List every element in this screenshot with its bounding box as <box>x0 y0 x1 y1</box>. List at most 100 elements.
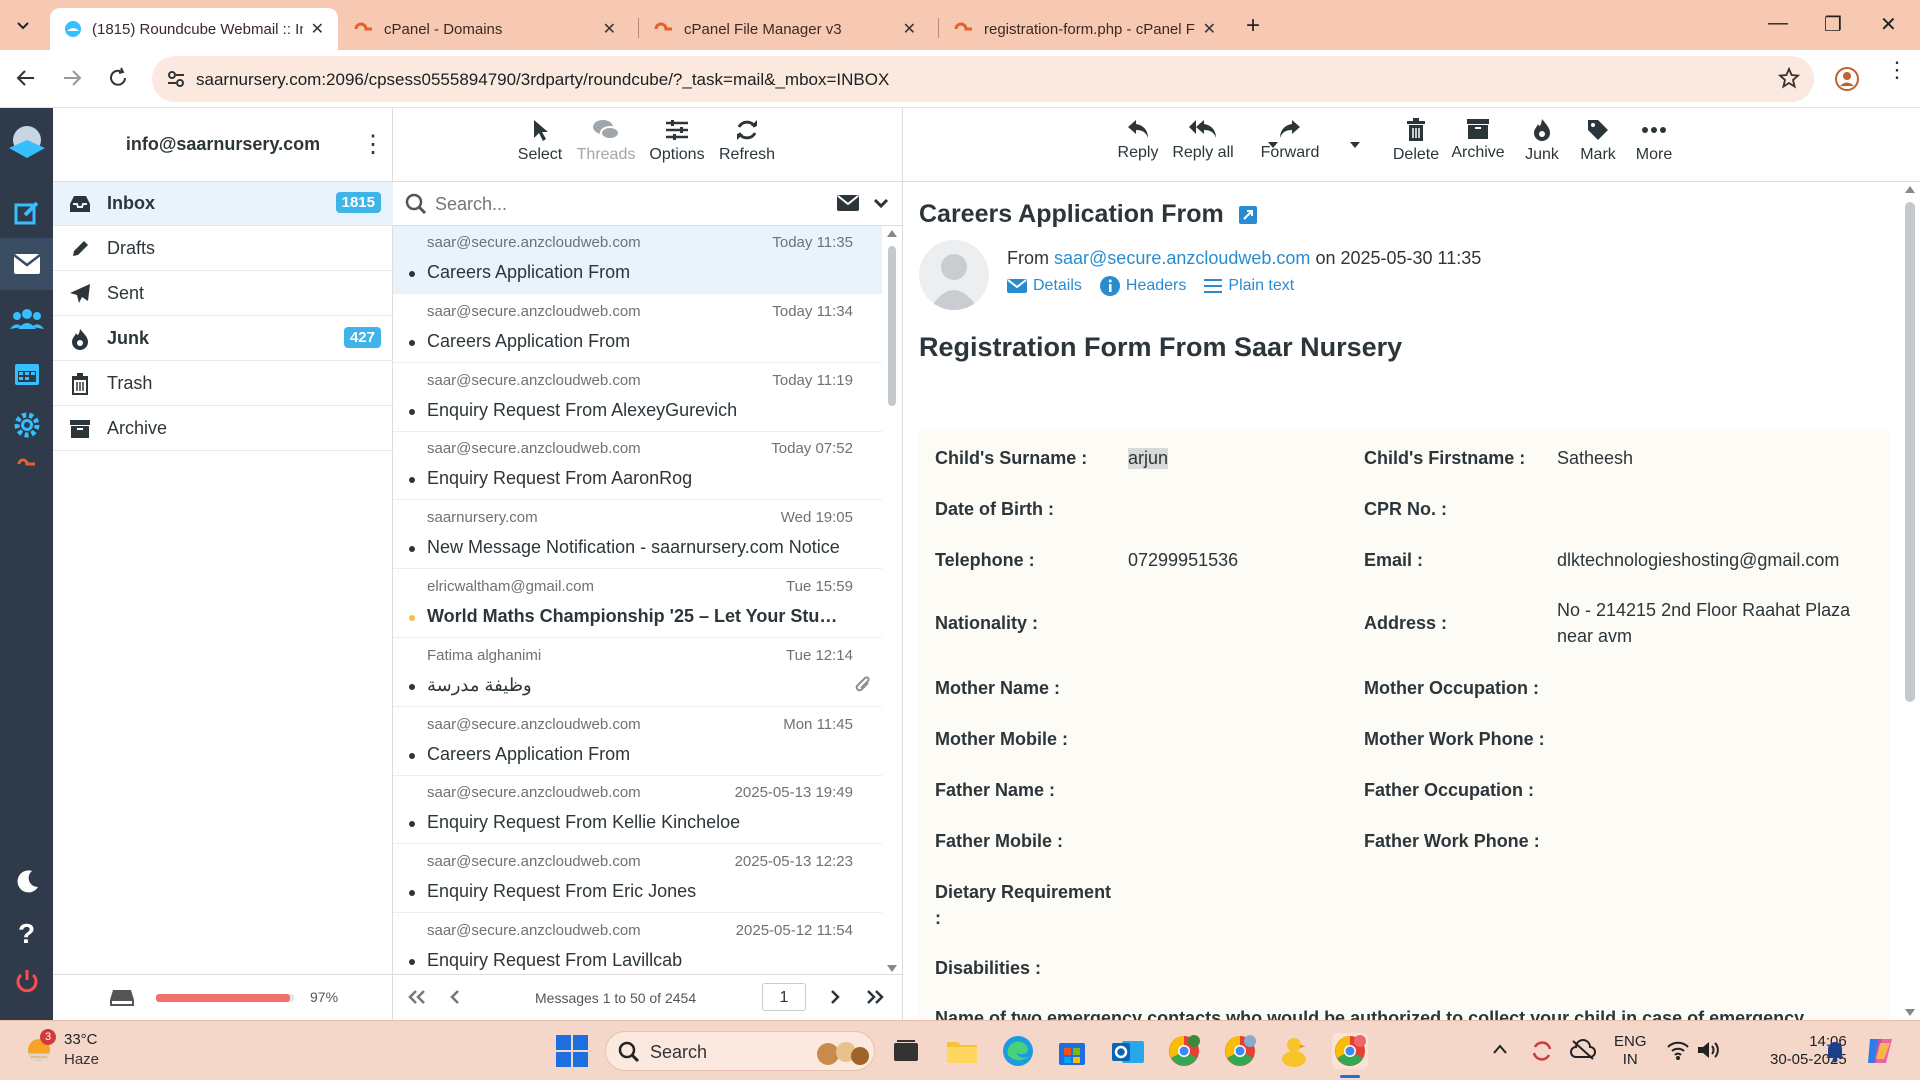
contacts-icon[interactable] <box>0 294 53 344</box>
reload-icon[interactable] <box>106 66 130 90</box>
envelope-filter-icon[interactable] <box>837 195 859 211</box>
tab-close-icon[interactable]: ✕ <box>903 19 916 39</box>
weather-widget[interactable]: 3 33°C Haze <box>24 1029 124 1073</box>
scroll-up-arrow-icon[interactable] <box>1905 186 1915 193</box>
restore-icon[interactable]: ❐ <box>1824 12 1842 37</box>
page-number-input[interactable]: 1 <box>762 983 806 1011</box>
message-list-scrollbar[interactable] <box>882 226 902 976</box>
forward-button[interactable]: Forward <box>1255 118 1325 162</box>
plain-text-link[interactable]: Plain text <box>1204 276 1294 296</box>
sender-email-link[interactable]: saar@secure.anzcloudweb.com <box>1054 248 1310 268</box>
file-explorer-icon[interactable] <box>944 1033 980 1069</box>
reply-all-button[interactable]: Reply all <box>1168 118 1238 162</box>
back-icon[interactable] <box>14 66 38 90</box>
cpanel-icon[interactable] <box>0 458 53 470</box>
refresh-button[interactable]: Refresh <box>712 118 782 164</box>
scroll-up-arrow-icon[interactable] <box>887 230 897 237</box>
language-indicator[interactable]: ENG IN <box>1614 1033 1647 1069</box>
prev-page-icon[interactable] <box>449 989 461 1005</box>
message-row[interactable]: saar@secure.anzcloudweb.com 2025-05-12 11… <box>393 914 883 976</box>
settings-gear-icon[interactable] <box>0 400 53 450</box>
more-button[interactable]: More <box>1619 118 1689 164</box>
open-in-new-window-icon[interactable] <box>1238 206 1257 225</box>
tab-close-icon[interactable]: ✕ <box>1203 19 1216 39</box>
folder-drafts[interactable]: Drafts <box>53 227 393 271</box>
message-row[interactable]: saar@secure.anzcloudweb.com 2025-05-13 19… <box>393 776 883 845</box>
forward-dropdown-icon[interactable] <box>1350 142 1360 148</box>
scroll-thumb[interactable] <box>1905 202 1915 702</box>
microsoft-store-icon[interactable] <box>1054 1033 1090 1069</box>
tab-cpanel-file-manager[interactable]: cPanel File Manager v3 ✕ <box>640 8 930 50</box>
scroll-thumb[interactable] <box>888 246 896 406</box>
message-row[interactable]: saar@secure.anzcloudweb.com Today 11:35 Ca… <box>393 226 883 294</box>
message-row[interactable]: elricwaltham@gmail.com Tue 15:59 World Mat… <box>393 570 883 638</box>
message-row[interactable]: saar@secure.anzcloudweb.com Today 11:34 Ca… <box>393 295 883 363</box>
threads-button[interactable]: Threads <box>571 118 641 164</box>
folder-trash[interactable]: Trash <box>53 362 393 406</box>
minimize-icon[interactable]: — <box>1768 12 1788 35</box>
roundcube-logo-icon[interactable] <box>0 122 53 162</box>
profile-icon[interactable] <box>1834 66 1860 92</box>
scroll-down-arrow-icon[interactable] <box>887 965 897 972</box>
outlook-icon[interactable] <box>1110 1033 1146 1069</box>
tab-cpanel-domains[interactable]: cPanel - Domains ✕ <box>340 8 630 50</box>
message-row[interactable]: saarnursery.com Wed 19:05 New Message Noti… <box>393 501 883 570</box>
address-bar[interactable]: saarnursery.com:2096/cpsess0555894790/3r… <box>152 56 1814 102</box>
mail-icon[interactable] <box>0 238 53 290</box>
site-info-icon[interactable] <box>166 69 186 89</box>
edge-browser-icon[interactable] <box>1000 1033 1036 1069</box>
select-button[interactable]: Select <box>505 118 575 164</box>
tab-close-icon[interactable]: ✕ <box>311 19 324 39</box>
last-page-icon[interactable] <box>865 989 885 1005</box>
volume-icon[interactable] <box>1696 1039 1720 1061</box>
forward-nav-icon[interactable] <box>60 66 84 90</box>
search-options-chevron-icon[interactable] <box>873 196 889 210</box>
logout-power-icon[interactable] <box>0 968 53 994</box>
taskbar-search[interactable]: Search <box>605 1031 875 1071</box>
next-page-icon[interactable] <box>829 989 841 1005</box>
message-row[interactable]: saar@secure.anzcloudweb.com Today 07:52 En… <box>393 432 883 501</box>
details-link[interactable]: Details <box>1007 276 1082 296</box>
compose-icon[interactable] <box>0 188 53 238</box>
message-row[interactable]: saar@secure.anzcloudweb.com Today 11:19 En… <box>393 364 883 432</box>
reply-button[interactable]: Reply <box>1103 118 1173 162</box>
browser-menu-icon[interactable]: ⋮ <box>1886 59 1908 81</box>
folder-inbox[interactable]: Inbox 1815 <box>53 182 393 226</box>
tab-close-icon[interactable]: ✕ <box>603 19 616 39</box>
chrome-active-icon[interactable] <box>1332 1033 1368 1069</box>
first-page-icon[interactable] <box>407 989 427 1005</box>
headers-link[interactable]: Headers <box>1099 276 1186 296</box>
chrome-profile-2-icon[interactable] <box>1222 1033 1258 1069</box>
dark-mode-moon-icon[interactable] <box>0 868 53 894</box>
folder-archive[interactable]: Archive <box>53 407 393 451</box>
close-window-icon[interactable]: ✕ <box>1880 12 1897 37</box>
message-row[interactable]: Fatima alghanimi Tue 12:14 وظيفة مدرسة <box>393 639 883 707</box>
wifi-icon[interactable] <box>1666 1039 1690 1061</box>
tray-overflow-chevron-icon[interactable] <box>1492 1043 1508 1055</box>
reading-pane-scrollbar[interactable] <box>1900 182 1920 1020</box>
folder-junk[interactable]: Junk 427 <box>53 317 393 361</box>
folder-menu-icon[interactable]: ⋮ <box>361 130 385 159</box>
tab-roundcube[interactable]: (1815) Roundcube Webmail :: In ✕ <box>50 8 338 50</box>
tab-registration-form[interactable]: registration-form.php - cPanel F ✕ <box>940 8 1230 50</box>
copilot-icon[interactable] <box>1864 1035 1896 1067</box>
cloud-offline-icon[interactable] <box>1570 1039 1596 1061</box>
calendar-icon[interactable] <box>0 348 53 398</box>
message-row[interactable]: saar@secure.anzcloudweb.com Mon 11:45 Care… <box>393 708 883 776</box>
task-view-icon[interactable] <box>888 1033 924 1069</box>
tab-search-dropdown[interactable] <box>14 16 32 34</box>
folder-sent[interactable]: Sent <box>53 272 393 316</box>
delete-button[interactable]: Delete <box>1381 118 1451 164</box>
options-button[interactable]: Options <box>642 118 712 164</box>
search-input[interactable] <box>435 190 815 218</box>
archive-button[interactable]: Archive <box>1443 118 1513 162</box>
help-icon[interactable]: ? <box>0 918 53 950</box>
new-tab-button[interactable]: + <box>1246 12 1260 40</box>
start-windows-icon[interactable] <box>556 1035 588 1067</box>
message-row[interactable]: saar@secure.anzcloudweb.com 2025-05-13 12… <box>393 845 883 914</box>
scroll-down-arrow-icon[interactable] <box>1905 1009 1915 1016</box>
bookmark-star-icon[interactable] <box>1778 67 1800 89</box>
chrome-profile-1-icon[interactable] <box>1166 1033 1202 1069</box>
duck-app-icon[interactable] <box>1276 1033 1312 1069</box>
sync-icon[interactable] <box>1530 1039 1554 1063</box>
